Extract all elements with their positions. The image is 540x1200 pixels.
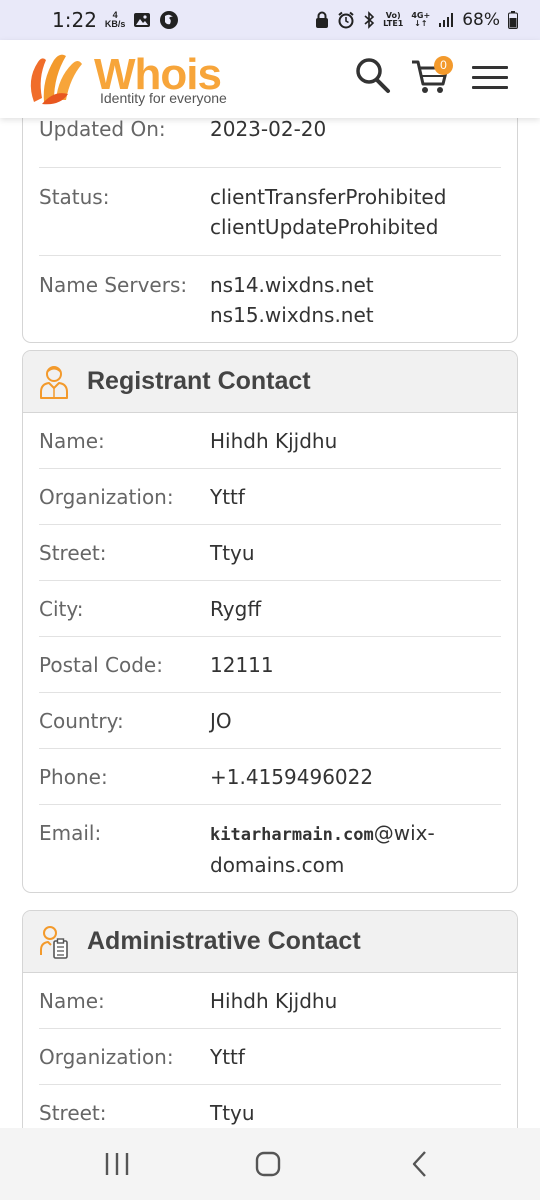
contact-value: Hihdh Kjjdhu	[210, 989, 338, 1013]
contact-row: Name: Hihdh Kjjdhu	[39, 973, 501, 1029]
contact-label: Street:	[39, 541, 107, 565]
contact-value: +1.4159496022	[210, 765, 374, 789]
contact-label: Phone:	[39, 765, 108, 789]
administrative-contact-header: Administrative Contact	[23, 911, 517, 973]
info-row: Updated On: 2023-02-20	[39, 118, 501, 168]
home-icon[interactable]	[255, 1151, 281, 1177]
logo-tagline: Identity for everyone	[100, 90, 227, 106]
system-navigation-bar	[0, 1128, 540, 1200]
contact-value: Ttyu	[210, 1101, 255, 1125]
battery-icon	[508, 11, 518, 29]
card-title: Registrant Contact	[87, 367, 311, 395]
registrant-contact-card: Registrant Contact Name: Hihdh Kjjdhu Or…	[22, 350, 518, 893]
network-speed: 4 KB/s	[104, 10, 126, 29]
info-value: clientTransferProhibited clientUpdatePro…	[210, 185, 447, 239]
card-title: Administrative Contact	[87, 927, 361, 955]
volte-indicator: Vo) LTE1	[383, 11, 404, 28]
contact-row: Phone: +1.4159496022	[39, 749, 501, 805]
contact-value: Yttf	[210, 1045, 245, 1069]
battery-percent: 68%	[462, 10, 500, 30]
contact-label: Organization:	[39, 1045, 174, 1069]
app-header: Whois Identity for everyone 0	[0, 40, 540, 118]
info-row: Status: clientTransferProhibited clientU…	[39, 168, 501, 256]
contact-value: Ttyu	[210, 541, 255, 565]
info-label: Name Servers:	[39, 273, 188, 297]
contact-row: Postal Code: 12111	[39, 637, 501, 693]
contact-label: Country:	[39, 709, 124, 733]
contact-row: Organization: Yttf	[39, 469, 501, 525]
contact-value: 12111	[210, 653, 274, 677]
contact-label: Postal Code:	[39, 653, 163, 677]
contact-row: Email: kitarharmain.com@wix- domains.com	[39, 805, 501, 892]
search-icon[interactable]	[354, 56, 392, 96]
contact-value: JO	[210, 709, 232, 733]
admin-person-clipboard-icon	[40, 925, 68, 959]
cart-count-badge: 0	[434, 56, 453, 75]
info-label: Status:	[39, 185, 110, 209]
domain-info-card: Updated On: 2023-02-20 Status: clientTra…	[22, 118, 518, 343]
person-icon	[40, 365, 68, 399]
contact-row: City: Rygff	[39, 581, 501, 637]
hand-logo-icon	[30, 54, 82, 105]
info-row: Name Servers: ns14.wixdns.net ns15.wixdn…	[39, 256, 501, 342]
contact-value: Rygff	[210, 597, 262, 621]
alarm-icon	[338, 11, 354, 29]
contact-label: Email:	[39, 821, 102, 845]
contact-row: Street: Ttyu	[39, 1085, 501, 1128]
contact-row: Street: Ttyu	[39, 525, 501, 581]
bluetooth-icon	[364, 11, 375, 29]
contact-label: Name:	[39, 429, 105, 453]
registrant-contact-header: Registrant Contact	[23, 351, 517, 413]
gallery-icon	[134, 13, 151, 27]
contact-row: Name: Hihdh Kjjdhu	[39, 413, 501, 469]
recent-apps-icon[interactable]	[103, 1151, 131, 1177]
email-value[interactable]: kitarharmain.com@wix- domains.com	[210, 818, 435, 880]
info-value: 2023-02-20	[210, 118, 327, 141]
contact-label: City:	[39, 597, 84, 621]
clock: 1:22	[52, 8, 97, 32]
whois-results: Updated On: 2023-02-20 Status: clientTra…	[0, 118, 540, 1128]
contact-value: Hihdh Kjjdhu	[210, 429, 338, 453]
firefox-icon	[160, 11, 179, 29]
contact-label: Name:	[39, 989, 105, 1013]
hamburger-menu-icon[interactable]	[472, 66, 508, 90]
contact-label: Street:	[39, 1101, 107, 1125]
contact-value: Yttf	[210, 485, 245, 509]
administrative-contact-card: Administrative Contact Name: Hihdh Kjjdh…	[22, 910, 518, 1128]
status-bar: 1:22 4 KB/s Vo) LTE1 4G+ ↓↑ 68%	[0, 0, 540, 40]
contact-label: Organization:	[39, 485, 174, 509]
back-icon[interactable]	[410, 1150, 428, 1178]
contact-row: Organization: Yttf	[39, 1029, 501, 1085]
network-type: 4G+ ↓↑	[411, 11, 431, 28]
lock-icon	[316, 11, 329, 28]
signal-icon	[439, 13, 454, 27]
info-value: ns14.wixdns.net ns15.wixdns.net	[210, 273, 374, 327]
whois-logo[interactable]: Whois Identity for everyone	[24, 50, 244, 108]
contact-row: Country: JO	[39, 693, 501, 749]
info-label: Updated On:	[39, 118, 166, 141]
